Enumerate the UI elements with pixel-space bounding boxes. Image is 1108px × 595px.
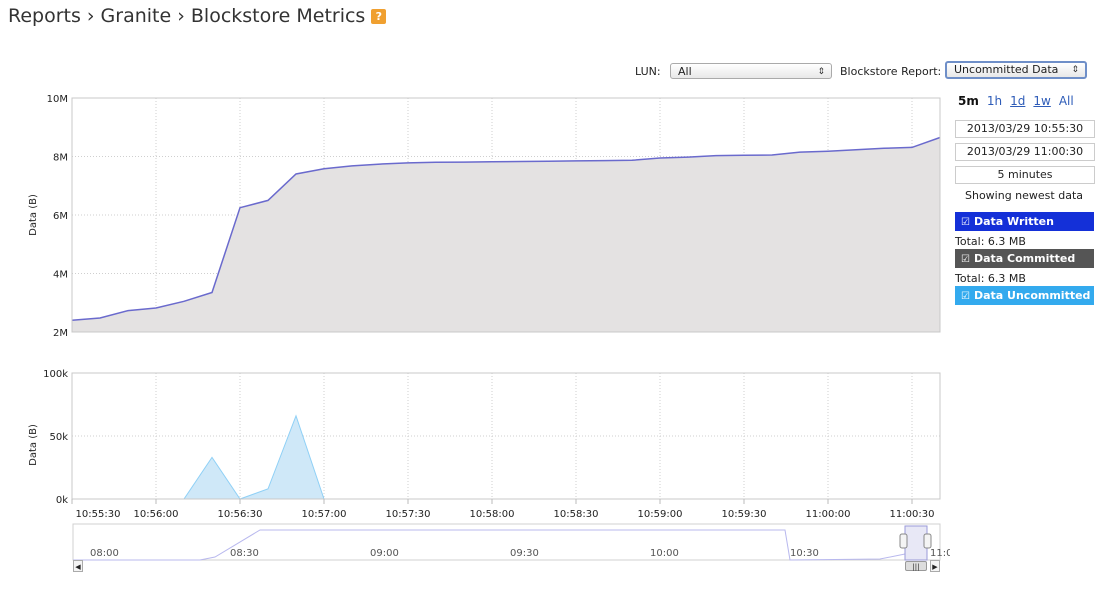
x-tick-label: 10:56:30 — [218, 509, 263, 520]
x-tick-label: 10:58:30 — [554, 509, 599, 520]
y-tick-label: 6M — [53, 211, 68, 222]
data-written-area — [72, 137, 940, 332]
main-chart-y-label: Data (B) — [28, 194, 39, 236]
select-arrow-icon: ⇕ — [817, 67, 825, 77]
x-tick-label: 11:00:00 — [806, 509, 851, 520]
toggle-data-uncommitted[interactable]: ☑ Data Uncommitted — [955, 286, 1094, 305]
time-range-5m[interactable]: 5m — [958, 94, 979, 108]
time-range-1w[interactable]: 1w — [1033, 94, 1050, 108]
y-tick-label: 4M — [53, 270, 68, 281]
time-navigator[interactable]: 08:00 08:30 09:00 09:30 10:00 10:30 11:0 — [0, 522, 950, 562]
navigator-label: 11:0 — [930, 548, 950, 559]
navigator-label: 08:30 — [230, 548, 259, 559]
select-arrow-icon: ⇕ — [1071, 65, 1079, 75]
lun-select-value: All — [678, 65, 692, 78]
navigator-right-handle[interactable] — [923, 533, 932, 549]
time-range-1d[interactable]: 1d — [1010, 94, 1025, 108]
series-total-data-committed: Total: 6.3 MB — [955, 272, 1026, 285]
lun-select[interactable]: All ⇕ — [670, 63, 832, 79]
x-tick-label: 10:59:00 — [638, 509, 683, 520]
blockstore-report-value: Uncommitted Data — [954, 63, 1059, 76]
y-tick-label: 50k — [49, 432, 68, 443]
y-tick-label: 10M — [47, 94, 68, 105]
start-date-field[interactable]: 2013/03/29 10:55:30 — [955, 120, 1095, 138]
y-tick-label: 0k — [56, 495, 68, 506]
chart-side-panel: 5m 1h 1d 1w All 2013/03/29 10:55:30 2013/03/… — [955, 94, 1095, 309]
checkbox-icon: ☑ — [961, 217, 970, 228]
y-tick-label: 2M — [53, 328, 68, 339]
toggle-data-written[interactable]: ☑ Data Written — [955, 212, 1094, 231]
navigator-left-handle[interactable] — [899, 533, 908, 549]
blockstore-uncommitted-chart: 0k 50k 100k Data (B) 10:55:30 10:56:00 10:56… — [28, 369, 941, 520]
toggle-label: Data Uncommitted — [973, 289, 1091, 302]
series-toggle-list: ☑ Data Written Total: 6.3 MB ☑ Data Committe… — [955, 212, 1095, 305]
x-tick-label: 10:59:30 — [722, 509, 767, 520]
help-icon[interactable]: ? — [371, 9, 387, 24]
toggle-data-committed[interactable]: ☑ Data Committed — [955, 249, 1094, 268]
time-range-1h[interactable]: 1h — [987, 94, 1002, 108]
data-uncommitted-area — [72, 415, 940, 499]
x-tick-label: 10:56:00 — [134, 509, 179, 520]
lun-label: LUN: — [635, 65, 661, 78]
x-tick-label: 10:57:00 — [302, 509, 347, 520]
navigator-label: 08:00 — [90, 548, 119, 559]
scroll-right-icon[interactable]: ▶ — [930, 560, 940, 572]
y-tick-label: 100k — [43, 369, 68, 380]
y-tick-label: 8M — [53, 153, 68, 164]
main-chart-y-axis: 2M 4M 6M 8M 10M — [47, 94, 68, 339]
series-total-data-written: Total: 6.3 MB — [955, 235, 1026, 248]
x-tick-label: 10:55:30 — [76, 509, 121, 520]
navigator-label: 09:00 — [370, 548, 399, 559]
x-tick-label: 10:57:30 — [386, 509, 431, 520]
x-tick-label: 10:58:00 — [470, 509, 515, 520]
blockstore-report-label: Blockstore Report: — [840, 65, 942, 78]
toggle-label: Data Written — [973, 215, 1054, 228]
x-tick-label: 11:00:30 — [890, 509, 935, 520]
breadcrumb-text: Reports › Granite › Blockstore Metrics — [8, 5, 366, 27]
scroll-left-icon[interactable]: ◀ — [73, 560, 83, 572]
time-range-selector: 5m 1h 1d 1w All — [958, 94, 1095, 108]
navigator-label: 10:30 — [790, 548, 819, 559]
blockstore-report-select[interactable]: Uncommitted Data ⇕ — [945, 61, 1087, 79]
navigator-label: 10:00 — [650, 548, 679, 559]
scrollbar-thumb[interactable]: ||| — [905, 561, 927, 571]
sub-chart-y-label: Data (B) — [28, 424, 39, 466]
showing-status: Showing newest data — [964, 189, 1083, 202]
time-x-axis: 10:55:30 10:56:00 10:56:30 10:57:00 10:57:30… — [71, 499, 935, 520]
sub-chart-y-axis: 0k 50k 100k — [43, 369, 68, 506]
duration-field[interactable]: 5 minutes — [955, 166, 1095, 184]
time-range-all[interactable]: All — [1059, 94, 1074, 108]
navigator-label: 09:30 — [510, 548, 539, 559]
checkbox-icon: ☑ — [961, 291, 970, 302]
toggle-label: Data Committed — [973, 252, 1076, 265]
breadcrumb: Reports › Granite › Blockstore Metrics? — [8, 5, 387, 27]
end-date-field[interactable]: 2013/03/29 11:00:30 — [955, 143, 1095, 161]
checkbox-icon: ☑ — [961, 254, 970, 265]
blockstore-main-chart: 2M 4M 6M 8M 10M Data (B) — [28, 94, 941, 339]
